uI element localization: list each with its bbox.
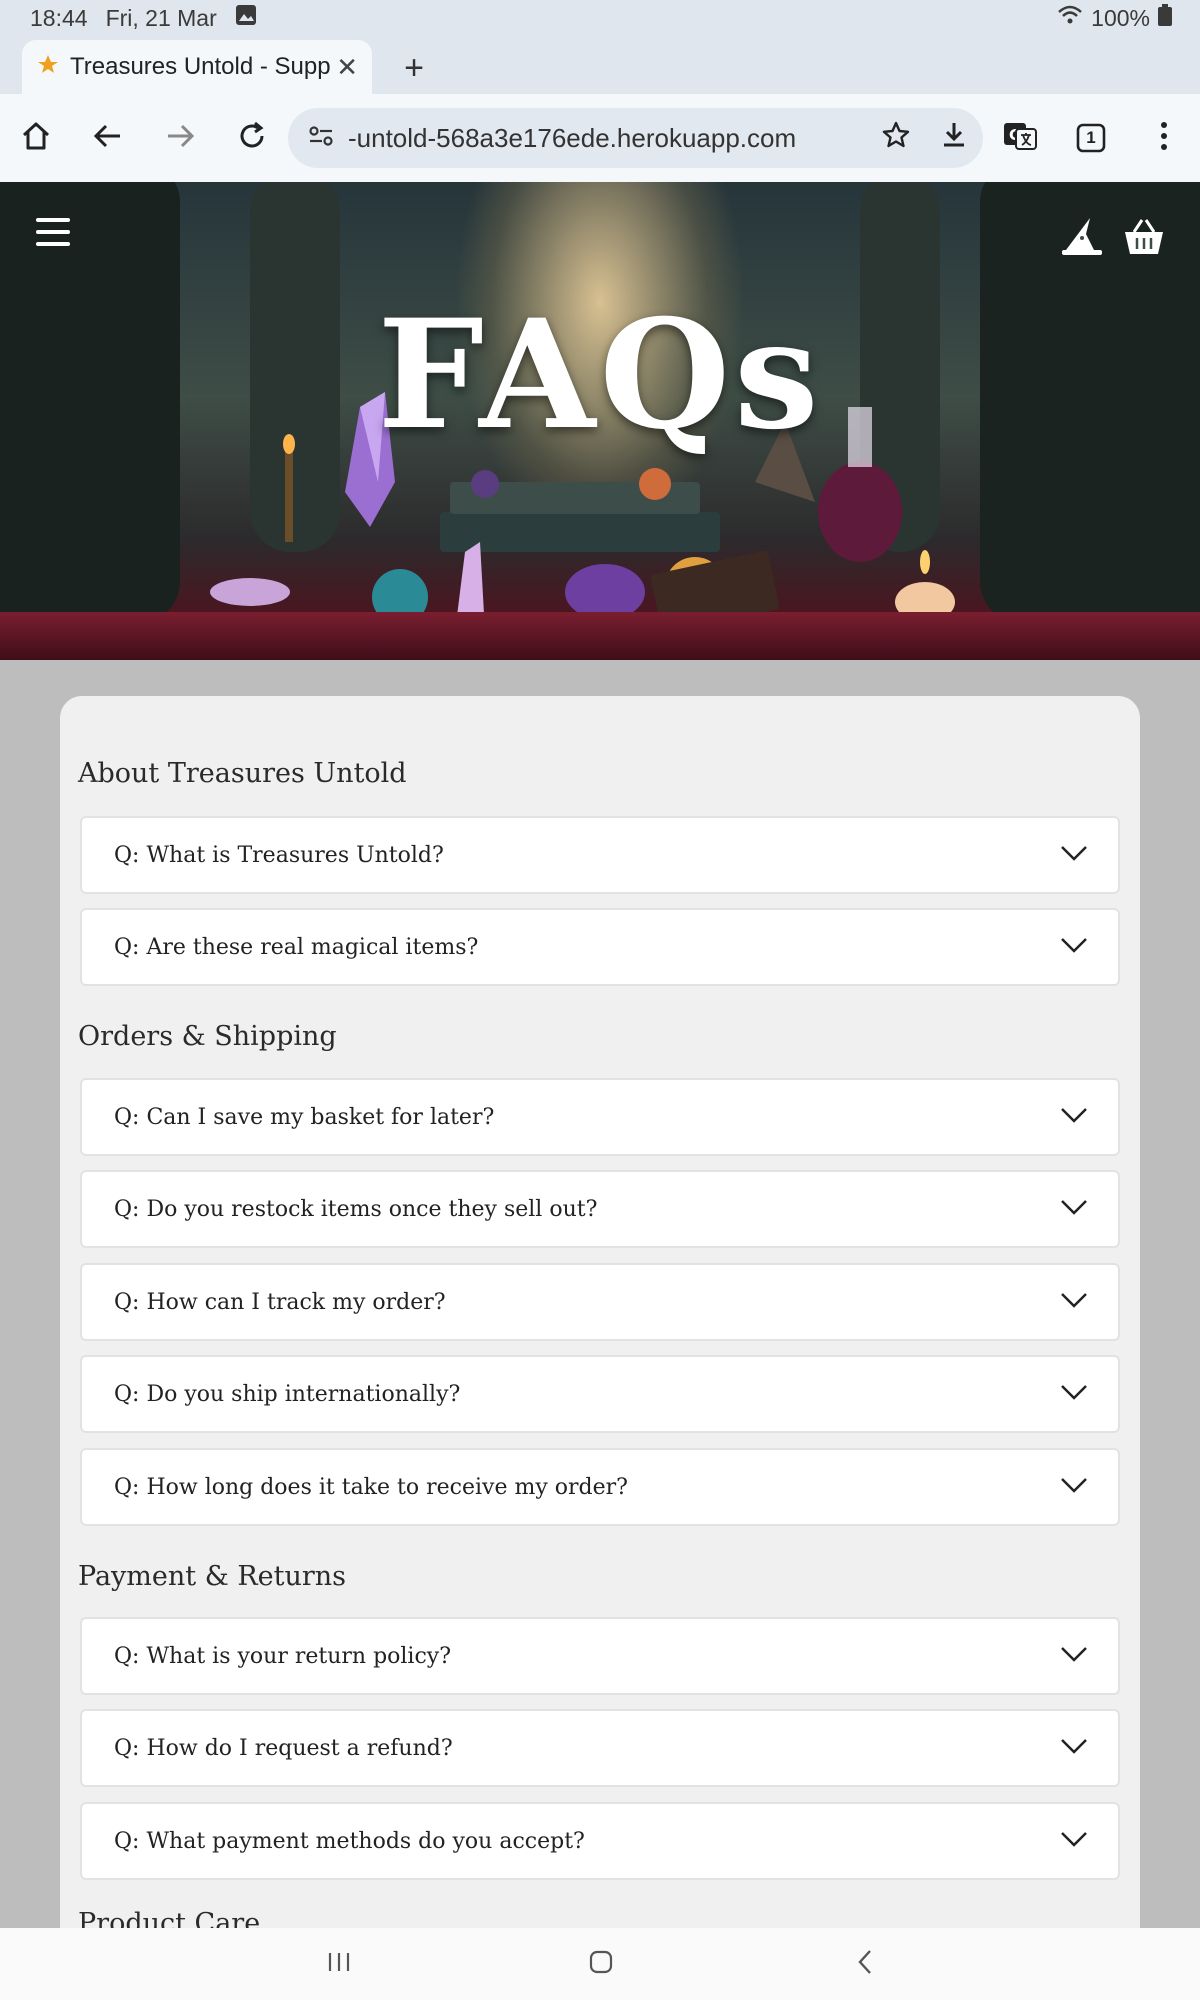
faq-item[interactable]: Q: Are these real magical items?	[80, 908, 1120, 986]
faq-item[interactable]: Q: What payment methods do you accept?	[80, 1802, 1120, 1880]
faq-item[interactable]: Q: Do you ship internationally?	[80, 1355, 1120, 1433]
tab-count: 1	[1086, 128, 1096, 147]
faq-content-card: About Treasures Untold Q: What is Treasu…	[60, 696, 1140, 2000]
chevron-down-icon	[1060, 1475, 1088, 1500]
chevron-down-icon	[1060, 1644, 1088, 1669]
home-icon	[20, 120, 52, 157]
gallery-icon	[235, 4, 257, 32]
faq-question: Q: What payment methods do you accept?	[114, 1828, 585, 1854]
translate-icon: G	[1002, 120, 1038, 157]
faq-question: Q: What is your return policy?	[114, 1643, 452, 1669]
close-tab-icon[interactable]: ✕	[336, 52, 358, 83]
table-surface	[0, 612, 1200, 660]
forward-button[interactable]	[152, 110, 208, 166]
home-nav-button[interactable]	[576, 1942, 626, 1986]
new-tab-button[interactable]: +	[392, 46, 436, 90]
recent-apps-button[interactable]	[314, 1942, 364, 1986]
basket-icon	[1122, 219, 1166, 262]
reload-icon	[236, 120, 268, 157]
menu-button[interactable]	[1136, 110, 1192, 166]
tab-strip: Treasures Untold - Supp ✕ +	[0, 36, 1200, 94]
favicon-icon	[36, 52, 60, 83]
faq-item[interactable]: Q: How long does it take to receive my o…	[80, 1448, 1120, 1526]
section-heading: Orders & Shipping	[78, 1021, 337, 1052]
hero-banner: FAQs	[0, 182, 1200, 660]
battery-level: 100%	[1091, 4, 1150, 31]
browser-toolbar: -untold-568a3e176ede.herokuapp.com G 1	[0, 94, 1200, 182]
faq-item[interactable]: Q: What is your return policy?	[80, 1617, 1120, 1695]
faq-question: Q: Can I save my basket for later?	[114, 1104, 495, 1130]
status-bar: 18:44 Fri, 21 Mar 100%	[0, 0, 1200, 36]
tab-title: Treasures Untold - Supp	[70, 53, 331, 80]
faq-question: Q: How can I track my order?	[114, 1289, 446, 1315]
faq-question: Q: Do you restock items once they sell o…	[114, 1196, 598, 1222]
chevron-down-icon	[1060, 935, 1088, 960]
home-square-icon	[588, 1949, 614, 1980]
reload-button[interactable]	[224, 110, 280, 166]
chevron-down-icon	[1060, 1290, 1088, 1315]
back-nav-button[interactable]	[840, 1942, 890, 1986]
arrow-right-icon	[164, 120, 196, 157]
wizard-hat-icon	[1060, 218, 1104, 262]
faq-question: Q: How do I request a refund?	[114, 1735, 453, 1761]
tab-switcher-button[interactable]: 1	[1063, 110, 1119, 166]
faq-item[interactable]: Q: How do I request a refund?	[80, 1709, 1120, 1787]
home-button[interactable]	[8, 110, 64, 166]
status-time: 18:44	[30, 4, 88, 31]
wifi-icon	[1057, 4, 1083, 32]
chevron-down-icon	[1060, 1736, 1088, 1761]
system-nav-bar	[0, 1928, 1200, 2000]
back-button[interactable]	[80, 110, 136, 166]
recents-icon	[326, 1950, 352, 1979]
chevron-down-icon	[1060, 1197, 1088, 1222]
faq-item[interactable]: Q: Do you restock items once they sell o…	[80, 1170, 1120, 1248]
chevron-down-icon	[1060, 843, 1088, 868]
faq-question: Q: How long does it take to receive my o…	[114, 1474, 628, 1500]
url-text: -untold-568a3e176ede.herokuapp.com	[348, 122, 797, 153]
page-title: FAQs	[377, 287, 823, 463]
chevron-left-icon	[855, 1949, 875, 1980]
faq-question: Q: What is Treasures Untold?	[114, 842, 444, 868]
browser-tab[interactable]: Treasures Untold - Supp ✕	[22, 40, 372, 94]
menu-bar	[36, 218, 70, 222]
chevron-down-icon	[1060, 1829, 1088, 1854]
chevron-down-icon	[1060, 1382, 1088, 1407]
battery-icon	[1158, 4, 1172, 32]
faq-question: Q: Do you ship internationally?	[114, 1381, 461, 1407]
menu-bar	[36, 230, 70, 234]
translate-button[interactable]: G	[992, 110, 1048, 166]
address-bar[interactable]: -untold-568a3e176ede.herokuapp.com	[288, 108, 983, 168]
chevron-down-icon	[1060, 1105, 1088, 1130]
plus-icon: +	[404, 48, 424, 87]
bookmark-star-icon[interactable]	[881, 120, 911, 157]
hamburger-menu-button[interactable]	[36, 218, 70, 254]
faq-item[interactable]: Q: What is Treasures Untold?	[80, 816, 1120, 894]
status-date: Fri, 21 Mar	[105, 4, 217, 31]
account-button[interactable]	[1060, 214, 1104, 258]
faq-item[interactable]: Q: How can I track my order?	[80, 1263, 1120, 1341]
section-heading: About Treasures Untold	[78, 758, 407, 789]
faq-item[interactable]: Q: Can I save my basket for later?	[80, 1078, 1120, 1156]
site-settings-icon[interactable]	[308, 123, 334, 154]
arrow-left-icon	[92, 120, 124, 157]
more-vert-icon	[1159, 120, 1169, 157]
menu-bar	[36, 242, 70, 246]
section-heading: Payment & Returns	[78, 1561, 347, 1592]
faq-question: Q: Are these real magical items?	[114, 934, 479, 960]
basket-button[interactable]	[1122, 214, 1166, 258]
download-icon[interactable]	[939, 120, 969, 157]
